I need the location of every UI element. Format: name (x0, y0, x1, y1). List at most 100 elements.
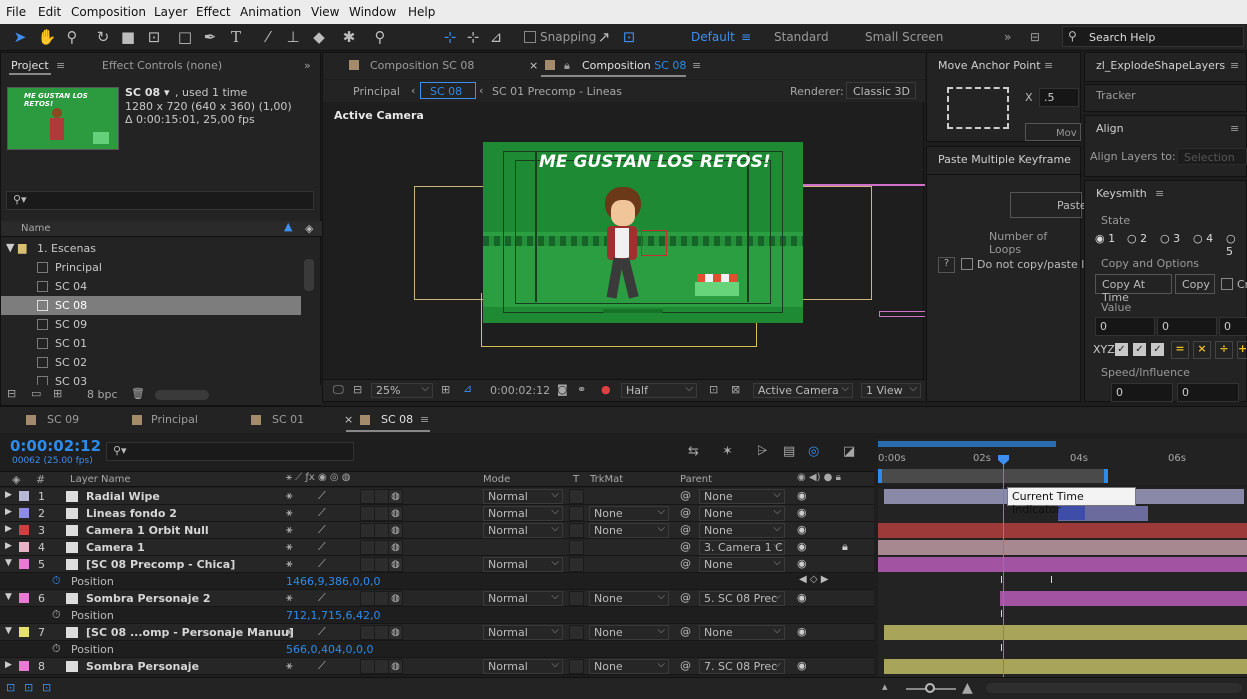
pan-behind-tool-icon[interactable]: ⊡ (144, 27, 164, 47)
region-of-interest-icon[interactable]: ⊿ (463, 382, 472, 395)
layer-name[interactable]: Lineas fondo 2 (86, 507, 177, 520)
tracker-title[interactable]: Tracker (1096, 83, 1136, 109)
label-tag-icon[interactable]: ◈ (305, 222, 313, 235)
toggle-switches-icon[interactable]: ⊡ (6, 681, 15, 694)
quality-switch-icon[interactable]: ⟋ (318, 625, 326, 639)
property-value[interactable]: 566,0,404,0,0,0 (286, 643, 373, 656)
puppet-pin-tool-icon[interactable]: ⚲ (370, 27, 390, 47)
layer-label-color[interactable] (19, 627, 29, 637)
sort-arrow-icon[interactable]: ▲ (284, 220, 292, 233)
preserve-transparency-switch[interactable] (569, 591, 584, 606)
panel-overflow-icon[interactable]: » (304, 53, 311, 79)
adjustment-switch[interactable] (374, 523, 389, 538)
pick-whip-icon[interactable]: @ (680, 557, 691, 570)
3d-layer-switch[interactable]: ◍ (388, 557, 403, 572)
selection-tool-icon[interactable]: ➤ (10, 27, 30, 47)
move-button[interactable]: Mov (1025, 123, 1081, 141)
x-offset-input[interactable]: .5 (1039, 88, 1079, 107)
preserve-transparency-switch[interactable] (569, 489, 584, 504)
layer-search-input[interactable]: ⚲▾ (106, 442, 354, 461)
help-button[interactable]: ? (938, 257, 955, 273)
motion-blur-switch[interactable] (360, 591, 375, 606)
current-time-display[interactable]: 0:00:02:12 (490, 384, 550, 397)
project-tab-menu-icon[interactable]: ≡ (56, 53, 65, 79)
keyframe-icon[interactable]: I (1050, 575, 1053, 586)
trash-icon[interactable]: 🗑 (131, 387, 145, 400)
pick-whip-icon[interactable]: @ (680, 625, 691, 638)
copy-button[interactable]: Copy (1175, 274, 1215, 294)
no-copy-checkbox[interactable] (961, 258, 973, 270)
menu-animation[interactable]: Animation (240, 5, 301, 19)
anchor-grid-icon[interactable] (947, 87, 1009, 129)
zoom-in-icon[interactable]: ▲ (962, 680, 973, 696)
list-item[interactable]: SC 02 (1, 353, 301, 372)
layer-row[interactable]: ▶ 3 Camera 1 Orbit Null ⚹ ⟋ ◍ Normal None @ None ◉ (0, 522, 874, 539)
panel-menu-icon[interactable]: ≡ (1155, 181, 1164, 207)
breadcrumb-sc08-active[interactable]: SC 08 (420, 82, 476, 99)
work-area-range[interactable] (878, 469, 1108, 483)
work-area-end-handle[interactable] (1104, 469, 1108, 483)
pick-whip-icon[interactable]: @ (680, 523, 691, 536)
quality-switch-icon[interactable]: ⟋ (318, 523, 326, 537)
toggle-in-out-icon[interactable]: ⊡ (42, 681, 51, 694)
local-axis-icon[interactable]: ⊹ (440, 27, 460, 47)
layer-duration-bar[interactable] (1000, 591, 1247, 606)
graph-editor-icon[interactable]: ◪ (843, 444, 855, 459)
workspace-standard[interactable]: Standard (774, 30, 829, 44)
adjustment-switch[interactable] (374, 659, 389, 674)
motion-blur-switch[interactable] (360, 523, 375, 538)
timeline-scrollbar[interactable] (986, 683, 1242, 693)
3d-layer-switch[interactable]: ◍ (388, 625, 403, 640)
visibility-eye-icon[interactable]: ◉ (797, 506, 807, 519)
stopwatch-icon[interactable]: ⏱ (52, 642, 61, 656)
shy-switch-icon[interactable]: ⚹ (286, 591, 293, 605)
camera-tool-icon[interactable]: ■ (118, 27, 138, 47)
interpret-footage-icon[interactable]: ⊟ (7, 387, 16, 400)
mode-dropdown[interactable]: Normal (483, 556, 563, 572)
show-snapshot-icon[interactable]: ⚭ (577, 383, 586, 396)
roto-brush-tool-icon[interactable]: ✱ (339, 27, 359, 47)
panel-menu-icon[interactable]: ≡ (1230, 116, 1239, 142)
layer-label-color[interactable] (19, 491, 29, 501)
divide-icon[interactable]: ÷ (1215, 341, 1233, 359)
adjustment-switch[interactable] (374, 557, 389, 572)
parent-dropdown[interactable]: None (699, 625, 785, 640)
explode-shape-title[interactable]: zl_ExplodeShapeLayers (1096, 53, 1225, 79)
shy-switch-icon[interactable]: ⚹ (286, 540, 293, 554)
3d-layer-switch[interactable]: ◍ (388, 489, 403, 504)
property-row[interactable]: ⏱ Position 1466,9,386,0,0,0 ◀ ◇ ▶ (0, 573, 874, 590)
trkmat-dropdown[interactable]: None (589, 624, 669, 640)
pick-whip-icon[interactable]: @ (680, 659, 691, 672)
parent-dropdown[interactable]: None (699, 557, 785, 572)
draft-3d-icon[interactable]: ✶ (722, 444, 733, 459)
workspace-menu-icon[interactable]: ≡ (741, 30, 751, 44)
layer-name[interactable]: Sombra Personaje 2 (86, 592, 211, 605)
menu-effect[interactable]: Effect (196, 5, 231, 19)
folder-expand-icon[interactable]: ▼ (6, 241, 14, 254)
comp-canvas[interactable]: ME GUSTAN LOS RETOS! (483, 142, 803, 323)
trkmat-dropdown[interactable]: None (589, 590, 669, 606)
comp-tab-menu-icon[interactable]: ≡ (692, 53, 701, 79)
layer-name[interactable]: [SC 08 ...omp - Personaje Manuu] (86, 626, 294, 639)
work-area-start-handle[interactable] (878, 469, 882, 483)
snapping-checkbox[interactable] (524, 31, 536, 43)
search-help-field[interactable]: ⚲ Search Help (1062, 26, 1244, 47)
tab-effect-controls[interactable]: Effect Controls (none) (102, 53, 222, 79)
motion-blur-switch[interactable] (360, 557, 375, 572)
expand-right-icon[interactable]: ▶ (5, 490, 12, 500)
value-y-input[interactable]: 0 (1157, 317, 1217, 336)
trkmat-dropdown[interactable]: None (589, 658, 669, 674)
layer-duration-bar[interactable] (878, 540, 1247, 555)
resolution-dropdown[interactable]: Half (621, 382, 697, 398)
column-parent[interactable]: Parent (680, 474, 712, 485)
rectangle-tool-icon[interactable]: □ (175, 27, 195, 47)
bit-depth-label[interactable]: 8 bpc (87, 388, 118, 401)
motion-blur-icon[interactable]: ◎ (808, 444, 819, 459)
layer-label-color[interactable] (19, 525, 29, 535)
tab-composition-sc08-locked[interactable]: Composition SC 08 (370, 53, 474, 79)
state-radio-1[interactable]: ◉ 1 (1095, 232, 1115, 245)
adjustment-switch[interactable] (374, 506, 389, 521)
3d-layer-switch[interactable]: ◍ (388, 659, 403, 674)
fit-icon[interactable]: ⊞ (441, 383, 450, 396)
clone-stamp-tool-icon[interactable]: ⊥ (283, 27, 303, 47)
